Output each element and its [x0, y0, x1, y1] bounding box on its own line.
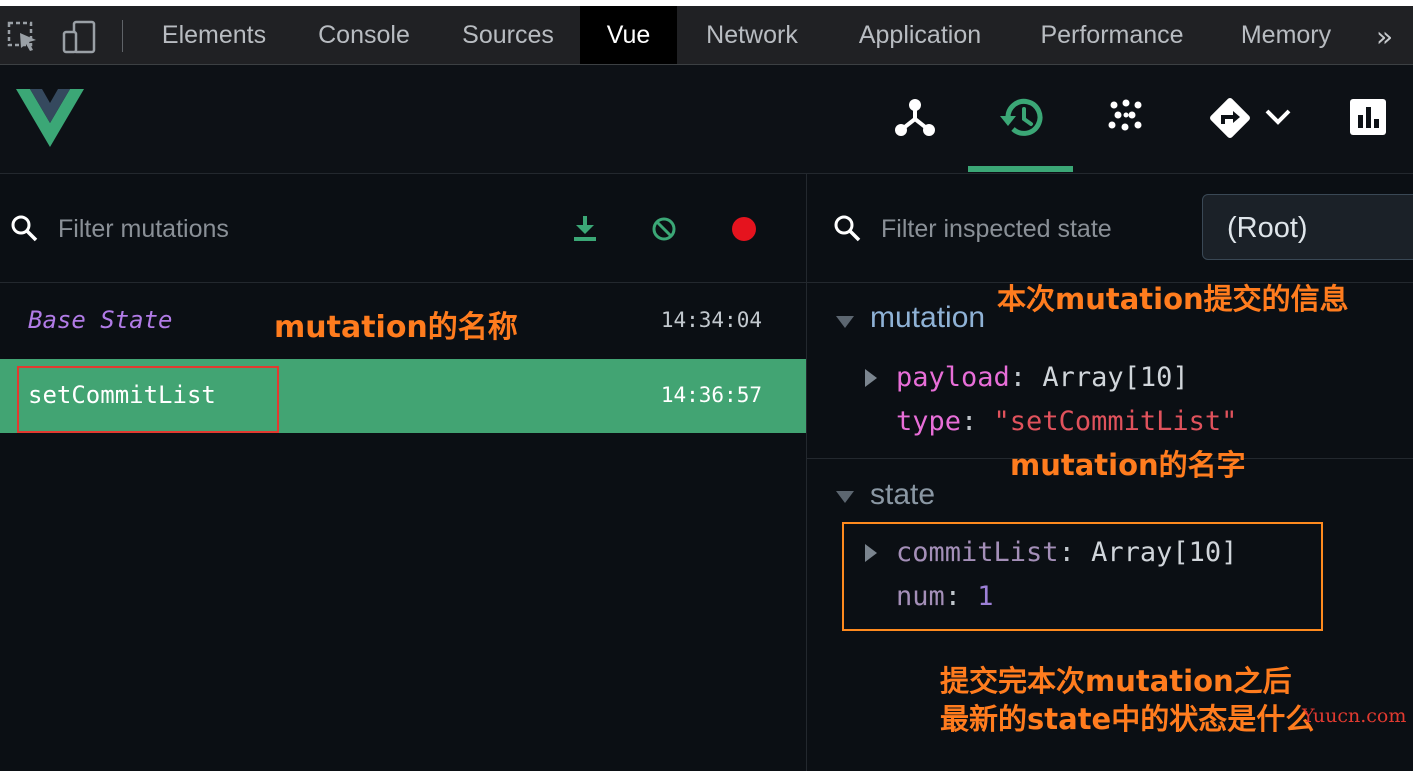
tab-elements[interactable]: Elements — [140, 6, 288, 64]
mutations-filter-bar — [0, 174, 806, 283]
vue-devtools-header — [0, 65, 1413, 174]
components-icon[interactable] — [895, 97, 935, 137]
annotation-mutation-name: mutation的名称 — [274, 310, 518, 345]
watermark: Yuucn.com — [1302, 705, 1407, 727]
mutation-name: Base State — [28, 306, 173, 334]
collapse-arrow-icon[interactable] — [836, 316, 854, 328]
collapse-arrow-icon[interactable] — [836, 491, 854, 503]
tab-vue[interactable]: Vue — [580, 6, 677, 64]
clear-icon[interactable] — [651, 216, 677, 242]
mutation-section-title[interactable]: mutation — [870, 301, 985, 335]
tab-sources[interactable]: Sources — [442, 6, 574, 64]
annotation-commit-info: 本次mutation提交的信息 — [997, 282, 1349, 316]
state-filter-bar: (Root) — [807, 174, 1413, 283]
filter-mutations-input[interactable] — [56, 208, 500, 250]
type-property: type: "setCommitList" — [896, 406, 1238, 437]
inspect-element-icon[interactable] — [6, 20, 40, 54]
download-icon[interactable] — [572, 214, 598, 242]
tab-console[interactable]: Console — [298, 6, 430, 64]
tab-application[interactable]: Application — [840, 6, 1000, 64]
more-tabs-icon[interactable]: » — [1376, 20, 1393, 53]
payload-property[interactable]: payload: Array[10] — [896, 362, 1189, 393]
devtools-tab-bar: Elements Console Sources Vue Network App… — [0, 6, 1413, 65]
annotation-after-commit-line1: 提交完本次mutation之后 — [940, 664, 1292, 698]
mutation-time: 14:36:57 — [660, 383, 762, 407]
tab-performance[interactable]: Performance — [1028, 6, 1196, 64]
history-icon[interactable] — [998, 97, 1044, 139]
annotation-mutation-type-name: mutation的名字 — [1010, 448, 1246, 482]
tab-network[interactable]: Network — [688, 6, 816, 64]
filter-state-input[interactable] — [879, 208, 1193, 250]
annotation-after-commit-line2: 最新的state中的状态是什么 — [940, 702, 1315, 736]
search-icon — [11, 215, 38, 242]
vuex-icon[interactable] — [1108, 99, 1144, 135]
search-icon — [834, 215, 861, 242]
active-tab-indicator — [968, 166, 1073, 172]
tab-memory[interactable]: Memory — [1226, 6, 1346, 64]
routing-icon[interactable] — [1208, 96, 1252, 140]
highlight-mutation-name-box — [17, 366, 279, 433]
dropdown-chevron-icon[interactable] — [1264, 107, 1292, 127]
performance-icon[interactable] — [1350, 99, 1386, 135]
device-toolbar-icon[interactable] — [62, 20, 96, 54]
mutations-pane: Base State 14:34:04 setCommitList 14:36:… — [0, 174, 807, 771]
root-select[interactable]: (Root) — [1202, 194, 1413, 260]
toolbar-separator — [122, 20, 123, 52]
expand-arrow-icon[interactable] — [865, 369, 877, 387]
mutation-time: 14:34:04 — [660, 308, 762, 332]
state-section-title[interactable]: state — [870, 478, 935, 512]
record-icon[interactable] — [731, 216, 757, 242]
highlight-state-box — [842, 522, 1323, 631]
vue-logo — [16, 89, 84, 147]
